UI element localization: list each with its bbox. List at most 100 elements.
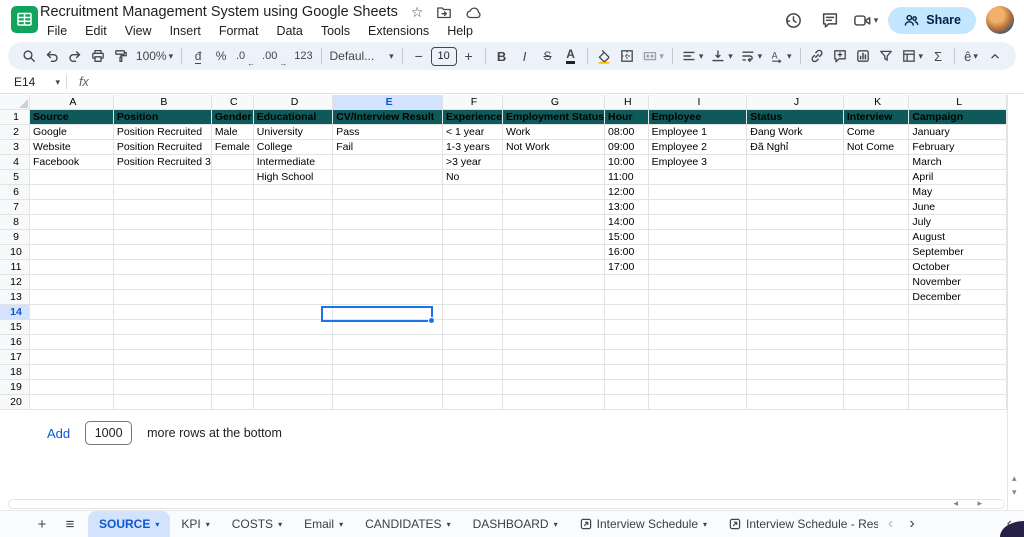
menu-help[interactable]: Help (440, 23, 480, 39)
column-header-H[interactable]: H (604, 95, 649, 110)
sheet-tab-interview-schedule[interactable]: Interview Schedule ▾ (569, 511, 718, 537)
cell-D6[interactable] (253, 184, 334, 200)
cell-L14[interactable] (908, 304, 1007, 320)
cell-I1[interactable]: Employee (648, 109, 748, 125)
star-icon[interactable]: ☆ (411, 5, 424, 19)
column-header-B[interactable]: B (113, 95, 212, 110)
cell-E19[interactable] (332, 379, 443, 395)
cell-H18[interactable] (604, 364, 649, 380)
cell-I12[interactable] (648, 274, 748, 290)
cell-E13[interactable] (332, 289, 443, 305)
cell-C1[interactable]: Gender (211, 109, 254, 125)
cell-F4[interactable]: >3 year (442, 154, 504, 170)
sheet-tab-dashboard[interactable]: DASHBOARD ▾ (462, 511, 569, 537)
cell-I2[interactable]: Employee 1 (648, 124, 748, 140)
font-size-input[interactable]: 10 (430, 46, 457, 66)
cell-G18[interactable] (502, 364, 606, 380)
cell-E17[interactable] (332, 349, 443, 365)
row-header-8[interactable]: 8 (0, 214, 30, 230)
bold-button[interactable]: B (491, 44, 513, 68)
cell-E6[interactable] (332, 184, 443, 200)
cell-D10[interactable] (253, 244, 334, 260)
cell-G6[interactable] (502, 184, 606, 200)
horizontal-align-button[interactable]: ▾ (678, 44, 706, 68)
cell-G12[interactable] (502, 274, 606, 290)
add-sheet-button[interactable]: + (30, 512, 54, 536)
cell-D15[interactable] (253, 319, 334, 335)
cell-L20[interactable] (908, 394, 1007, 410)
cell-D19[interactable] (253, 379, 334, 395)
cell-F1[interactable]: Experience (442, 109, 504, 125)
cell-L4[interactable]: March (908, 154, 1007, 170)
cell-H8[interactable]: 14:00 (604, 214, 649, 230)
cell-F13[interactable] (442, 289, 504, 305)
cell-K9[interactable] (843, 229, 910, 245)
cell-I9[interactable] (648, 229, 748, 245)
row-header-11[interactable]: 11 (0, 259, 30, 275)
cell-K17[interactable] (843, 349, 910, 365)
cell-G19[interactable] (502, 379, 606, 395)
cell-F17[interactable] (442, 349, 504, 365)
cell-F9[interactable] (442, 229, 504, 245)
sheet-tab-interview-schedule-responsible[interactable]: Interview Schedule - Responsible (718, 511, 878, 537)
cell-K10[interactable] (843, 244, 910, 260)
cell-I18[interactable] (648, 364, 748, 380)
cell-E3[interactable]: Fail (332, 139, 443, 155)
cell-H6[interactable]: 12:00 (604, 184, 649, 200)
sheet-tab-email[interactable]: Email ▾ (293, 511, 354, 537)
cell-C11[interactable] (211, 259, 254, 275)
cell-J8[interactable] (746, 214, 844, 230)
cell-E18[interactable] (332, 364, 443, 380)
cell-D20[interactable] (253, 394, 334, 410)
cell-F7[interactable] (442, 199, 504, 215)
cell-A9[interactable] (29, 229, 114, 245)
column-header-D[interactable]: D (253, 95, 334, 110)
cell-K4[interactable] (843, 154, 910, 170)
cell-H11[interactable]: 17:00 (604, 259, 649, 275)
cell-I11[interactable] (648, 259, 748, 275)
cell-L12[interactable]: November (908, 274, 1007, 290)
cell-I8[interactable] (648, 214, 748, 230)
cell-B8[interactable] (113, 214, 212, 230)
cell-A1[interactable]: Source (29, 109, 114, 125)
cell-E15[interactable] (332, 319, 443, 335)
row-header-16[interactable]: 16 (0, 334, 30, 350)
search-icon[interactable] (18, 44, 40, 68)
horizontal-scrollbar[interactable]: ◂ ▸ (8, 498, 1005, 509)
cell-I3[interactable]: Employee 2 (648, 139, 748, 155)
cell-C9[interactable] (211, 229, 254, 245)
italic-button[interactable]: I (514, 44, 536, 68)
cell-D1[interactable]: Educational (253, 109, 334, 125)
column-header-C[interactable]: C (211, 95, 254, 110)
merge-cells-button[interactable]: ▾ (639, 44, 667, 68)
cell-J12[interactable] (746, 274, 844, 290)
cell-F5[interactable]: No (442, 169, 504, 185)
column-header-A[interactable]: A (29, 95, 114, 110)
insert-comment-button[interactable] (829, 44, 851, 68)
decrease-font-size-button[interactable]: − (408, 44, 430, 68)
row-header-18[interactable]: 18 (0, 364, 30, 380)
cell-H1[interactable]: Hour (604, 109, 649, 125)
zoom-select[interactable]: 100% ▾ (133, 44, 176, 68)
cell-L2[interactable]: January (908, 124, 1007, 140)
cell-K12[interactable] (843, 274, 910, 290)
cell-K5[interactable] (843, 169, 910, 185)
cell-L16[interactable] (908, 334, 1007, 350)
cell-L5[interactable]: April (908, 169, 1007, 185)
cell-D16[interactable] (253, 334, 334, 350)
cell-F8[interactable] (442, 214, 504, 230)
menu-format[interactable]: Format (212, 23, 266, 39)
scroll-down-icon[interactable]: ▾ (1012, 487, 1017, 498)
cell-A13[interactable] (29, 289, 114, 305)
cell-J7[interactable] (746, 199, 844, 215)
cell-J13[interactable] (746, 289, 844, 305)
cell-H13[interactable] (604, 289, 649, 305)
cell-A15[interactable] (29, 319, 114, 335)
cell-C3[interactable]: Female (211, 139, 254, 155)
prev-sheets-button[interactable]: ‹ (888, 516, 893, 532)
cell-L13[interactable]: December (908, 289, 1007, 305)
cell-K7[interactable] (843, 199, 910, 215)
cell-L18[interactable] (908, 364, 1007, 380)
fill-handle[interactable] (428, 317, 435, 324)
cell-E16[interactable] (332, 334, 443, 350)
